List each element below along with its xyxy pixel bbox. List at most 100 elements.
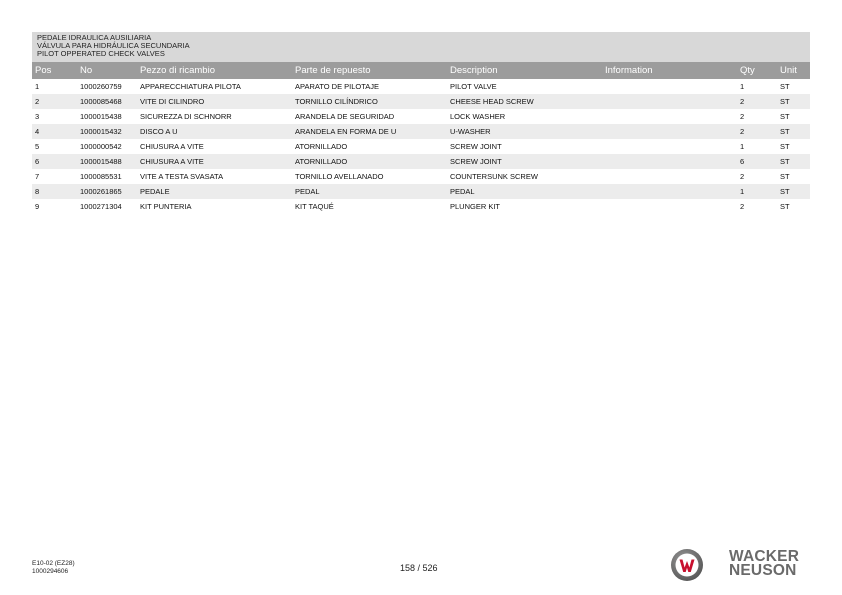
brand-wordmark-line2: NEUSON [729, 562, 797, 579]
cell-unit: ST [777, 109, 810, 124]
cell-description: PEDAL [447, 184, 602, 199]
cell-part-number: 1000260759 [77, 79, 137, 94]
cell-spanish: TORNILLO AVELLANADO [292, 169, 447, 184]
cell-part-number: 1000085531 [77, 169, 137, 184]
cell-description: PILOT VALVE [447, 79, 602, 94]
column-header-pos: Pos [32, 62, 77, 79]
cell-part-number: 1000015438 [77, 109, 137, 124]
cell-pos: 9 [32, 199, 77, 214]
cell-information [602, 124, 737, 139]
cell-part-number: 1000271304 [77, 199, 137, 214]
cell-unit: ST [777, 169, 810, 184]
cell-unit: ST [777, 154, 810, 169]
cell-italian: KIT PUNTERIA [137, 199, 292, 214]
footer-model-info: E10-02 (EZ28) 1000294606 [32, 560, 75, 575]
cell-unit: ST [777, 184, 810, 199]
cell-italian: VITE A TESTA SVASATA [137, 169, 292, 184]
table-row: 9 1000271304 KIT PUNTERIA KIT TAQUÉ PLUN… [32, 199, 810, 214]
cell-italian: CHIUSURA A VITE [137, 154, 292, 169]
cell-italian: VITE DI CILINDRO [137, 94, 292, 109]
document-title-box: PEDALE IDRAULICA AUSILIARIA VÁLVULA PARA… [32, 32, 810, 62]
title-line-english: PILOT OPPERATED CHECK VALVES [37, 49, 165, 59]
column-header-information: Information [602, 62, 737, 79]
cell-description: COUNTERSUNK SCREW [447, 169, 602, 184]
cell-unit: ST [777, 199, 810, 214]
column-header-description: Description [447, 62, 602, 79]
table-row: 8 1000261865 PEDALE PEDAL PEDAL 1 ST [32, 184, 810, 199]
cell-part-number: 1000015432 [77, 124, 137, 139]
cell-italian: APPARECCHIATURA PILOTA [137, 79, 292, 94]
cell-pos: 3 [32, 109, 77, 124]
cell-qty: 2 [737, 109, 777, 124]
cell-part-number: 1000261865 [77, 184, 137, 199]
cell-unit: ST [777, 124, 810, 139]
cell-qty: 2 [737, 199, 777, 214]
cell-description: CHEESE HEAD SCREW [447, 94, 602, 109]
cell-spanish: ATORNILLADO [292, 154, 447, 169]
cell-part-number: 1000085468 [77, 94, 137, 109]
cell-qty: 1 [737, 79, 777, 94]
cell-description: U-WASHER [447, 124, 602, 139]
cell-information [602, 184, 737, 199]
cell-qty: 2 [737, 124, 777, 139]
cell-pos: 6 [32, 154, 77, 169]
cell-pos: 8 [32, 184, 77, 199]
cell-description: PLUNGER KIT [447, 199, 602, 214]
page-number: 158 / 526 [400, 563, 438, 573]
cell-italian: SICUREZZA DI SCHNORR [137, 109, 292, 124]
column-header-italian: Pezzo di ricambio [137, 62, 292, 79]
table-row: 2 1000085468 VITE DI CILINDRO TORNILLO C… [32, 94, 810, 109]
cell-part-number: 1000015488 [77, 154, 137, 169]
footer-model: E10-02 (EZ28) [32, 560, 75, 567]
cell-information [602, 154, 737, 169]
cell-information [602, 169, 737, 184]
column-header-spanish: Parte de repuesto [292, 62, 447, 79]
cell-information [602, 199, 737, 214]
column-header-unit: Unit [777, 62, 810, 79]
cell-description: LOCK WASHER [447, 109, 602, 124]
cell-qty: 1 [737, 184, 777, 199]
cell-spanish: TORNILLO CILÍNDRICO [292, 94, 447, 109]
cell-qty: 2 [737, 94, 777, 109]
table-row: 4 1000015432 DISCO A U ARANDELA EN FORMA… [32, 124, 810, 139]
cell-qty: 1 [737, 139, 777, 154]
cell-unit: ST [777, 139, 810, 154]
cell-information [602, 109, 737, 124]
wacker-neuson-w-logo-icon [671, 549, 703, 581]
cell-description: SCREW JOINT [447, 154, 602, 169]
cell-spanish: ARANDELA EN FORMA DE U [292, 124, 447, 139]
cell-information [602, 94, 737, 109]
cell-italian: DISCO A U [137, 124, 292, 139]
cell-spanish: ATORNILLADO [292, 139, 447, 154]
cell-qty: 2 [737, 169, 777, 184]
table-row: 1 1000260759 APPARECCHIATURA PILOTA APAR… [32, 79, 810, 94]
table-row: 5 1000000542 CHIUSURA A VITE ATORNILLADO… [32, 139, 810, 154]
cell-qty: 6 [737, 154, 777, 169]
cell-information [602, 139, 737, 154]
cell-spanish: APARATO DE PILOTAJE [292, 79, 447, 94]
parts-table: Pos No Pezzo di ricambio Parte de repues… [32, 62, 810, 214]
brand-wordmark: WACKER NEUSON [729, 549, 799, 579]
footer-doc-number: 1000294606 [32, 567, 69, 575]
cell-unit: ST [777, 94, 810, 109]
cell-pos: 5 [32, 139, 77, 154]
table-row: 3 1000015438 SICUREZZA DI SCHNORR ARANDE… [32, 109, 810, 124]
cell-spanish: ARANDELA DE SEGURIDAD [292, 109, 447, 124]
table-row: 7 1000085531 VITE A TESTA SVASATA TORNIL… [32, 169, 810, 184]
cell-part-number: 1000000542 [77, 139, 137, 154]
cell-unit: ST [777, 79, 810, 94]
cell-pos: 1 [32, 79, 77, 94]
cell-pos: 4 [32, 124, 77, 139]
cell-spanish: KIT TAQUÉ [292, 199, 447, 214]
cell-information [602, 79, 737, 94]
table-header-row: Pos No Pezzo di ricambio Parte de repues… [32, 62, 810, 79]
cell-italian: CHIUSURA A VITE [137, 139, 292, 154]
cell-spanish: PEDAL [292, 184, 447, 199]
column-header-no: No [77, 62, 137, 79]
column-header-qty: Qty [737, 62, 777, 79]
cell-description: SCREW JOINT [447, 139, 602, 154]
cell-pos: 7 [32, 169, 77, 184]
table-row: 6 1000015488 CHIUSURA A VITE ATORNILLADO… [32, 154, 810, 169]
cell-pos: 2 [32, 94, 77, 109]
cell-italian: PEDALE [137, 184, 292, 199]
